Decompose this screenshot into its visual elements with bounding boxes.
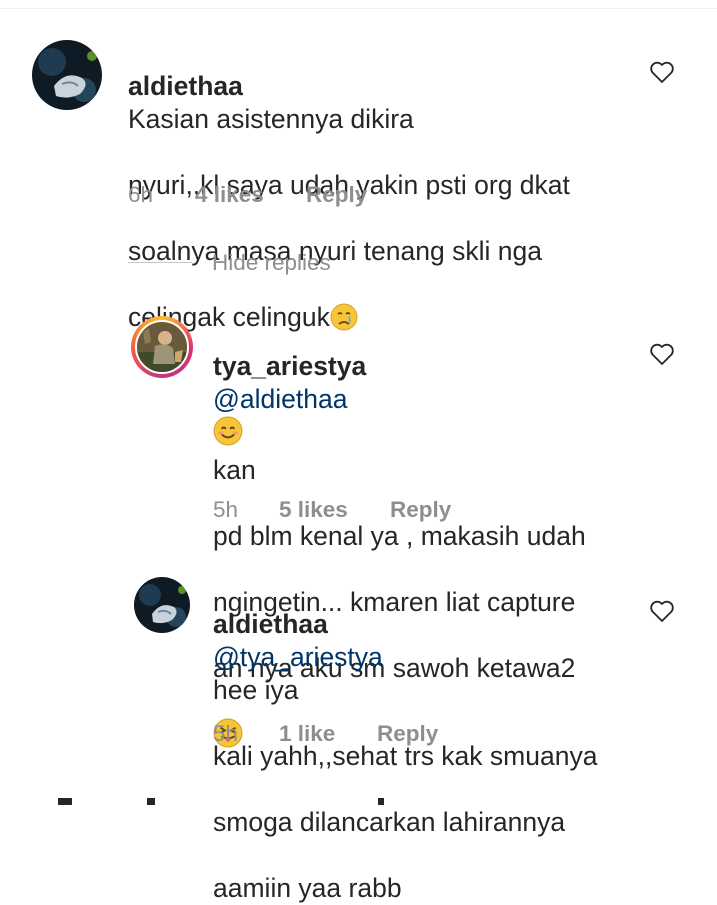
heart-outline-icon[interactable] — [649, 60, 675, 84]
cropped-next-row-fragment — [147, 798, 155, 805]
like-count[interactable]: 4 likes — [195, 182, 264, 208]
like-count[interactable]: 1 like — [279, 721, 335, 747]
heart-outline-icon[interactable] — [649, 342, 675, 366]
heart-outline-icon[interactable] — [649, 599, 675, 623]
reply-button[interactable]: Reply — [306, 182, 367, 208]
smiling-face-emoji — [213, 416, 243, 454]
avatar[interactable] — [32, 40, 102, 110]
comment-username[interactable]: aldiethaa — [128, 71, 243, 101]
comment-username[interactable]: aldiethaa — [213, 609, 328, 639]
mention-link[interactable]: @aldiethaa — [213, 384, 347, 414]
comment-time: 6h — [128, 182, 154, 207]
comment-line: aamiin yaa rabb — [213, 873, 402, 903]
reply-button[interactable]: Reply — [377, 721, 438, 747]
comment-line: smoga dilancarkan lahirannya — [213, 807, 566, 837]
avatar[interactable] — [134, 577, 190, 633]
comment-time: 5h — [213, 721, 239, 746]
cropped-next-row-fragment — [58, 798, 72, 805]
top-divider — [0, 8, 717, 9]
comment-time: 5h — [213, 497, 239, 522]
mention-link[interactable]: @tya_ariestya — [213, 642, 383, 672]
like-count[interactable]: 5 likes — [279, 497, 348, 523]
comment-username[interactable]: tya_ariestya — [213, 351, 366, 381]
comment-line: hee iya — [213, 675, 299, 705]
comment-line: Kasian asistennya dikira — [128, 104, 414, 134]
hide-replies-line — [128, 262, 192, 263]
reply-button[interactable]: Reply — [390, 497, 451, 523]
avatar[interactable] — [135, 320, 189, 374]
hide-replies-button[interactable]: Hide replies — [212, 250, 331, 276]
comment-line: kan — [213, 455, 256, 485]
cropped-next-row-fragment — [378, 798, 384, 805]
comment-line: pd blm kenal ya , makasih udah — [213, 521, 586, 551]
